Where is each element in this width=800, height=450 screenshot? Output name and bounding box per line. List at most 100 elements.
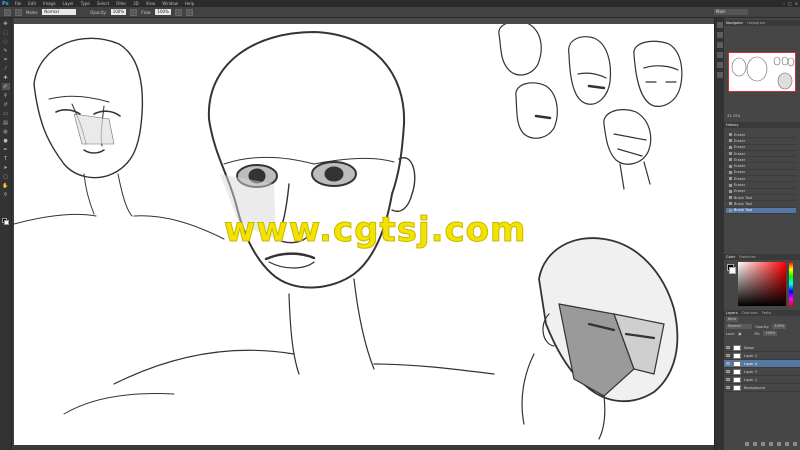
trash-icon[interactable] <box>793 442 797 446</box>
layer-row[interactable]: Background <box>724 384 800 392</box>
layer-style-icon[interactable] <box>753 442 757 446</box>
new-layer-icon[interactable] <box>785 442 789 446</box>
move-tool-icon[interactable]: ✥ <box>2 20 10 27</box>
eye-icon[interactable] <box>726 354 730 357</box>
menu-layer[interactable]: Layer <box>63 1 74 6</box>
layer-row[interactable]: Layer 2 <box>724 352 800 360</box>
lock-icon[interactable]: ▣ <box>738 332 741 336</box>
tab-layers[interactable]: Layers <box>726 311 738 315</box>
menu-filter[interactable]: Filter <box>116 1 126 6</box>
marquee-tool-icon[interactable]: ⬚ <box>2 29 10 36</box>
document-canvas[interactable]: www.cgtsj.com <box>14 24 720 445</box>
opacity-input[interactable]: 100% <box>110 9 127 15</box>
layer-list: Noise Layer 2 Layer 4 Layer 3 Layer 1 Ba… <box>724 344 800 392</box>
collapsed-panel-strip <box>714 18 724 450</box>
airbrush-icon[interactable] <box>174 8 182 16</box>
tab-histogram[interactable]: Histogram <box>747 21 765 25</box>
layer-row-selected[interactable]: Layer 4 <box>724 360 800 368</box>
brush-tool-icon[interactable]: ✐ <box>1 83 10 90</box>
blend-mode-select[interactable]: Normal <box>726 324 752 329</box>
pressure-size-icon[interactable] <box>185 8 193 16</box>
layer-row[interactable]: Noise <box>724 344 800 352</box>
history-item-selected[interactable]: Brush Tool <box>726 207 796 214</box>
layer-thumbnail <box>733 376 741 383</box>
clone-stamp-tool-icon[interactable]: ⚲ <box>2 92 10 99</box>
layer-thumbnail <box>733 368 741 375</box>
path-select-tool-icon[interactable]: ➤ <box>2 164 10 171</box>
menu-select[interactable]: Select <box>97 1 109 6</box>
eraser-icon <box>729 177 732 181</box>
eyedropper-tool-icon[interactable]: ⁄ <box>2 65 10 72</box>
brush-panel-icon[interactable] <box>15 8 22 16</box>
tab-swatches[interactable]: Swatches <box>739 255 756 259</box>
sketch-head-planar <box>521 237 679 440</box>
dodge-tool-icon[interactable]: ● <box>2 137 10 144</box>
background-color-swatch[interactable] <box>4 220 9 225</box>
layer-opacity-input[interactable]: 100% <box>772 324 787 329</box>
minimize-button[interactable]: – <box>783 1 785 6</box>
link-layers-icon[interactable] <box>745 442 749 446</box>
eye-icon[interactable] <box>726 362 730 365</box>
flow-input[interactable]: 100% <box>155 9 171 15</box>
menu-3d[interactable]: 3D <box>133 1 139 6</box>
flow-label: Flow: <box>141 9 152 15</box>
type-tool-icon[interactable]: T <box>2 155 10 162</box>
eye-icon[interactable] <box>726 370 730 373</box>
hand-tool-icon[interactable]: ✋ <box>2 182 10 189</box>
workspace-select[interactable]: Main <box>714 9 748 15</box>
eraser-tool-icon[interactable]: ▭ <box>2 110 10 117</box>
mode-select[interactable]: Normal <box>42 9 77 15</box>
paragraph-panel-icon[interactable] <box>716 72 723 78</box>
menu-help[interactable]: Help <box>185 1 194 6</box>
menu-view[interactable]: View <box>146 1 156 6</box>
eye-icon[interactable] <box>726 378 730 381</box>
tab-paths[interactable]: Paths <box>762 311 772 315</box>
healing-tool-icon[interactable]: ✚ <box>2 74 10 81</box>
pen-tool-icon[interactable]: ✒ <box>2 146 10 153</box>
eye-icon[interactable] <box>726 386 730 389</box>
hue-slider[interactable] <box>789 262 793 306</box>
menu-window[interactable]: Window <box>162 1 178 6</box>
fill-input[interactable]: 100% <box>763 331 778 336</box>
layer-filter-kind[interactable]: Kind <box>726 317 738 322</box>
color-background-swatch[interactable] <box>729 267 736 274</box>
clone-source-icon[interactable] <box>716 52 723 58</box>
window-controls: – □ × <box>783 1 798 6</box>
lasso-tool-icon[interactable]: ◌ <box>2 38 10 45</box>
brush-preset-icon[interactable] <box>4 8 11 16</box>
pressure-opacity-icon[interactable] <box>130 8 138 16</box>
layer-row[interactable]: Layer 3 <box>724 368 800 376</box>
layers-footer <box>724 442 800 448</box>
shape-tool-icon[interactable]: ▢ <box>2 173 10 180</box>
layer-mask-icon[interactable] <box>761 442 765 446</box>
eye-icon[interactable] <box>726 346 730 349</box>
zoom-tool-icon[interactable]: ⚲ <box>2 191 10 198</box>
eraser-icon <box>729 189 732 193</box>
tab-history[interactable]: History <box>726 123 738 127</box>
tab-navigator[interactable]: Navigator <box>726 21 743 25</box>
character-panel-icon[interactable] <box>716 62 723 68</box>
maximize-button[interactable]: □ <box>788 1 792 6</box>
info-panel-icon[interactable] <box>716 32 723 38</box>
close-button[interactable]: × <box>795 1 798 6</box>
brush-panel-icon[interactable] <box>716 42 723 48</box>
layer-row[interactable]: Layer 1 <box>724 376 800 384</box>
color-picker-field[interactable] <box>738 262 786 306</box>
menu-edit[interactable]: Edit <box>28 1 36 6</box>
tab-channels[interactable]: Channels <box>742 311 758 315</box>
menu-type[interactable]: Type <box>81 1 90 6</box>
quick-select-tool-icon[interactable]: ✎ <box>2 47 10 54</box>
blur-tool-icon[interactable]: ◍ <box>2 128 10 135</box>
crop-tool-icon[interactable]: ⌗ <box>2 56 10 63</box>
tab-color[interactable]: Color <box>726 255 735 259</box>
menu-file[interactable]: File <box>15 1 22 6</box>
adjustment-layer-icon[interactable] <box>769 442 773 446</box>
gradient-tool-icon[interactable]: ▤ <box>2 119 10 126</box>
fill-label: Fill: <box>754 331 761 336</box>
history-panel-icon[interactable] <box>716 22 723 28</box>
menu-image[interactable]: Image <box>43 1 56 6</box>
history-brush-tool-icon[interactable]: ↺ <box>2 101 10 108</box>
navigator-zoom-value[interactable]: 33.33% <box>727 114 740 118</box>
navigator-thumbnail[interactable] <box>728 52 796 92</box>
new-group-icon[interactable] <box>777 442 781 446</box>
